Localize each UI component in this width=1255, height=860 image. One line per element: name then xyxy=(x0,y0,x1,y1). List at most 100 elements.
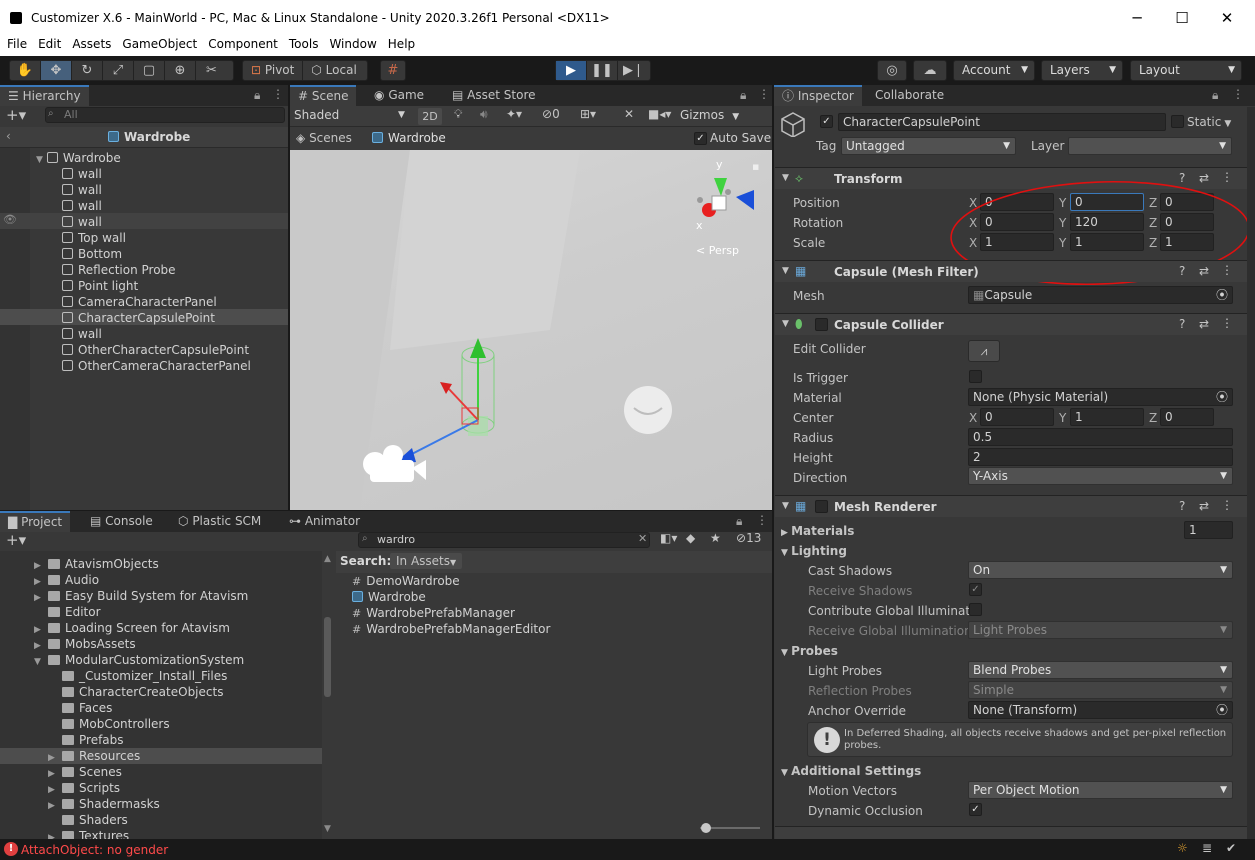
hierarchy-item[interactable]: wall xyxy=(62,327,102,341)
tab-asset-store[interactable]: ▤ Asset Store xyxy=(444,85,544,106)
preset-icon[interactable]: ⇄ xyxy=(1199,264,1209,278)
audio-icon[interactable]: 🔊︎ xyxy=(480,107,488,122)
hierarchy-item[interactable]: OtherCharacterCapsulePoint xyxy=(62,343,249,357)
visibility-eye-icon[interactable]: 👁︎ xyxy=(3,213,17,226)
cast-shadows-dropdown[interactable]: On ▼ xyxy=(968,561,1233,579)
lock-icon[interactable]: ▪ xyxy=(752,160,759,173)
hierarchy-search-input[interactable]: All xyxy=(45,107,285,123)
search-result-item[interactable]: # DemoWardrobe xyxy=(352,574,460,588)
object-picker-icon[interactable]: ⦿ xyxy=(1216,389,1228,405)
kebab-menu-icon[interactable]: ⋮ xyxy=(272,87,284,101)
search-result-item[interactable]: Wardrobe xyxy=(352,590,426,604)
close-button[interactable]: ✕ xyxy=(1204,6,1250,30)
edit-collider-button[interactable]: ⩘ xyxy=(968,340,1000,362)
search-result-item[interactable]: # WardrobePrefabManager xyxy=(352,606,515,620)
menu-file[interactable]: File xyxy=(3,36,31,51)
radius-field[interactable]: 0.5 xyxy=(968,428,1233,446)
folder-item[interactable]: Prefabs xyxy=(48,733,124,747)
folder-item[interactable]: ▼ ModularCustomizationSystem xyxy=(34,653,244,667)
tab-scene[interactable]: # Scene xyxy=(290,85,357,106)
cloud-button[interactable]: ☁ xyxy=(913,60,947,81)
is-trigger-checkbox[interactable] xyxy=(969,370,982,383)
cache-icon[interactable]: ≣ xyxy=(1202,841,1212,855)
axis-x-field[interactable]: 0 xyxy=(980,408,1054,426)
tag-dropdown[interactable]: Untagged ▼ xyxy=(841,137,1016,155)
layout-dropdown[interactable]: Layout ▼ xyxy=(1130,60,1242,81)
folder-item[interactable]: MobControllers xyxy=(48,717,170,731)
folder-item[interactable]: Faces xyxy=(48,701,112,715)
folder-item[interactable]: ▶ Resources xyxy=(48,749,140,763)
kebab-menu-icon[interactable]: ⋮ xyxy=(758,87,770,101)
search-scope-dropdown[interactable]: In Assets▼ xyxy=(390,553,463,569)
folder-item[interactable]: ▶ Audio xyxy=(34,573,99,587)
progress-icon[interactable]: ☼ xyxy=(1177,841,1188,855)
menu-edit[interactable]: Edit xyxy=(34,36,65,51)
hand-tool-icon[interactable]: ✋ xyxy=(10,61,41,80)
tools-icon[interactable]: ✕ xyxy=(624,107,634,121)
tab-plastic-scm[interactable]: ⬡ Plastic SCM xyxy=(170,511,269,532)
hierarchy-item[interactable]: Reflection Probe xyxy=(62,263,176,277)
additional-settings-foldout[interactable]: ▼ Additional Settings xyxy=(781,764,921,778)
material-field[interactable]: None (Physic Material) ⦿ xyxy=(968,388,1233,406)
help-icon[interactable]: ? xyxy=(1179,264,1185,278)
active-checkbox[interactable]: ✓ xyxy=(820,115,833,128)
search-result-item[interactable]: # WardrobePrefabManagerEditor xyxy=(352,622,550,636)
renderer-enabled-checkbox[interactable] xyxy=(815,500,828,513)
kebab-menu-icon[interactable]: ⋮ xyxy=(1221,498,1233,512)
filter-type-icon[interactable]: ◧▾ xyxy=(660,531,677,545)
hierarchy-item[interactable]: OtherCameraCharacterPanel xyxy=(62,359,251,373)
breadcrumb-scenes[interactable]: ◈ Scenes xyxy=(296,131,352,145)
dynamic-occlusion-checkbox[interactable]: ✓ xyxy=(969,803,982,816)
menu-assets[interactable]: Assets xyxy=(68,36,115,51)
tab-console[interactable]: ▤ Console xyxy=(82,511,161,532)
mesh-filter-header[interactable]: ▼ ▦ Capsule (Mesh Filter) ? ⇄ ⋮ xyxy=(775,260,1247,282)
create-button[interactable]: +▾ xyxy=(6,531,26,549)
object-name-field[interactable]: CharacterCapsulePoint xyxy=(838,113,1166,131)
expand-icon[interactable]: ▶ xyxy=(48,769,58,779)
folder-item[interactable]: _Customizer_Install_Files xyxy=(48,669,227,683)
status-message[interactable]: AttachObject: no gender xyxy=(21,843,168,857)
lighting-icon[interactable]: 💡︎ xyxy=(454,107,462,122)
zoom-slider-handle[interactable] xyxy=(701,823,711,833)
axis-z-field[interactable]: 0 xyxy=(1160,408,1214,426)
expand-icon[interactable]: ▶ xyxy=(34,577,44,587)
project-search-input[interactable]: wardro xyxy=(358,532,650,548)
capsule-collider-header[interactable]: ▼ ⬮ Capsule Collider ? ⇄ ⋮ xyxy=(775,313,1247,335)
effects-icon[interactable]: ✦▾ xyxy=(506,107,522,121)
menu-tools[interactable]: Tools xyxy=(285,36,323,51)
lock-icon[interactable]: 🔒︎ xyxy=(1212,88,1218,103)
tab-project[interactable]: ▇ Project xyxy=(0,511,71,532)
move-tool-icon[interactable]: ✥ xyxy=(41,61,72,80)
clear-search-icon[interactable]: ✕ xyxy=(638,532,647,545)
collab-button[interactable]: ◎ xyxy=(877,60,907,81)
expand-icon[interactable]: ▶ xyxy=(34,625,44,635)
expand-icon[interactable]: ▶ xyxy=(48,801,58,811)
grid-icon[interactable]: ⊞▾ xyxy=(580,107,596,121)
contribute-gi-checkbox[interactable] xyxy=(969,603,982,616)
hierarchy-item[interactable]: wall xyxy=(62,199,102,213)
help-icon[interactable]: ? xyxy=(1179,317,1185,331)
scroll-up-icon[interactable]: ▲ xyxy=(324,554,331,564)
menu-gameobject[interactable]: GameObject xyxy=(118,36,201,51)
kebab-menu-icon[interactable]: ⋮ xyxy=(1221,316,1233,330)
back-icon[interactable]: ‹ xyxy=(6,129,11,143)
layers-dropdown[interactable]: Layers ▼ xyxy=(1041,60,1123,81)
rect-tool-icon[interactable]: ▢ xyxy=(134,61,165,80)
local-button[interactable]: ⬡ Local xyxy=(303,61,364,80)
step-icon[interactable]: ▶❘ xyxy=(618,61,649,80)
pause-icon[interactable]: ❚❚ xyxy=(587,61,618,80)
tab-inspector[interactable]: ⓘ Inspector xyxy=(774,85,862,106)
static-dropdown[interactable]: Static ▼ xyxy=(1187,115,1231,129)
hierarchy-item[interactable]: Top wall xyxy=(62,231,126,245)
materials-count-field[interactable]: 1 xyxy=(1184,521,1233,539)
expand-icon[interactable]: ▶ xyxy=(48,753,58,763)
menu-component[interactable]: Component xyxy=(204,36,282,51)
hierarchy-item[interactable]: Bottom xyxy=(62,247,122,261)
collider-enabled-checkbox[interactable] xyxy=(815,318,828,331)
breadcrumb-wardrobe[interactable]: Wardrobe xyxy=(372,131,446,145)
lock-icon[interactable]: 🔒︎ xyxy=(736,514,742,529)
lock-icon[interactable]: 🔒︎ xyxy=(740,88,746,103)
direction-dropdown[interactable]: Y-Axis ▼ xyxy=(968,467,1233,485)
visibility-icon[interactable]: ⊘0 xyxy=(542,107,560,121)
mesh-field[interactable]: ▦Capsule ⦿ xyxy=(968,286,1233,304)
